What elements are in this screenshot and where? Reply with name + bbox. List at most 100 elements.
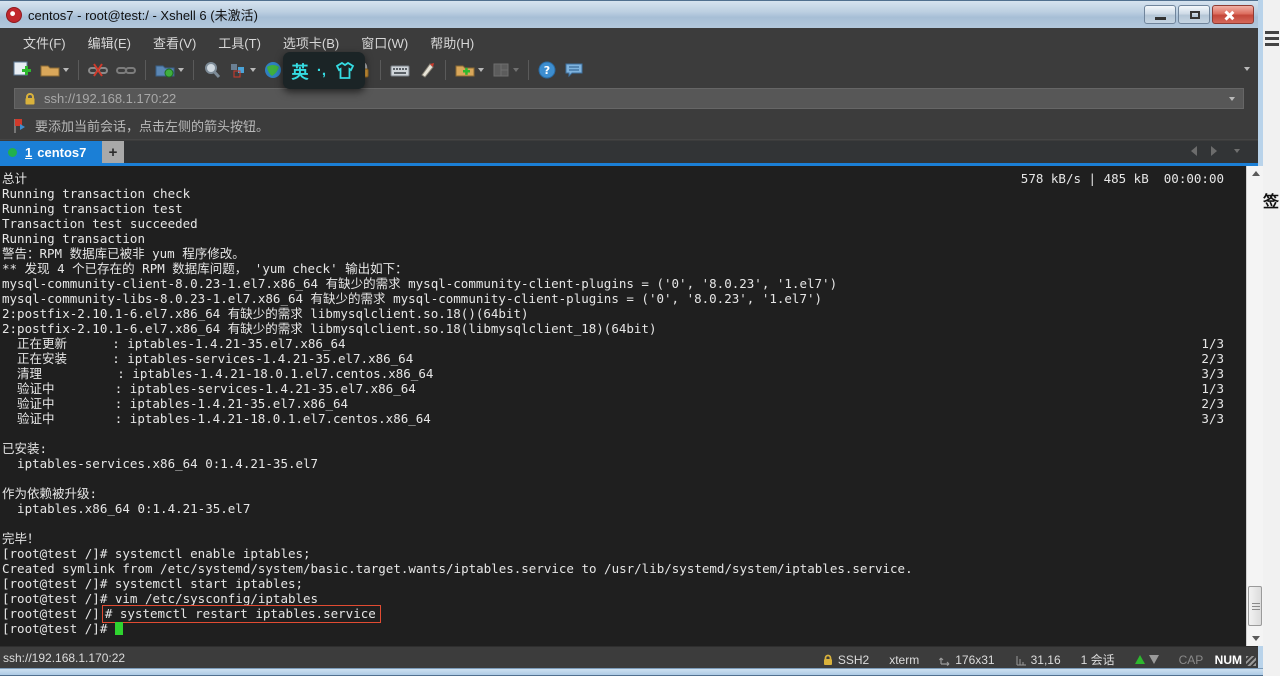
session-properties-button[interactable] xyxy=(152,57,187,83)
terminal-scrollbar[interactable] xyxy=(1246,166,1263,646)
terminal-line: 正在更新 : iptables-1.4.21-35.el7.x86_641/3 xyxy=(2,336,1246,351)
file-transfer-button[interactable] xyxy=(452,57,487,83)
new-session-icon xyxy=(12,61,32,79)
cursor-position-icon xyxy=(1015,654,1027,666)
status-lock-icon xyxy=(822,654,834,666)
address-dropdown-caret[interactable] xyxy=(1229,97,1235,101)
open-folder-icon xyxy=(40,62,60,78)
feedback-button[interactable] xyxy=(561,57,587,83)
terminal-line: 总计578 kB/s | 485 kB 00:00:00 xyxy=(2,171,1246,186)
tab-connected-dot xyxy=(8,148,17,157)
session-flag-icon xyxy=(12,118,28,134)
ime-punctuation-indicator: ·, xyxy=(317,62,326,79)
scroll-up-icon[interactable] xyxy=(1247,166,1264,181)
terminal-line-right-text: 1/3 xyxy=(1201,336,1224,351)
disconnect-button[interactable] xyxy=(85,57,111,83)
highlighter-icon xyxy=(418,61,436,79)
compose-icon xyxy=(229,62,247,78)
terminal-line-right-text: 1/3 xyxy=(1201,381,1224,396)
tab-scroll-right-icon[interactable] xyxy=(1211,146,1217,156)
keyboard-icon xyxy=(390,62,410,78)
status-session-count: 1 会话 xyxy=(1081,651,1115,668)
menu-item-edit[interactable]: 编辑(E) xyxy=(77,30,142,55)
ime-status-overlay[interactable]: 英 ·, xyxy=(283,52,365,89)
terminal-line: 2:postfix-2.10.1-6.el7.x86_64 有缺少的需求 lib… xyxy=(2,306,1246,321)
terminal-line-right-text: 2/3 xyxy=(1201,351,1224,366)
terminal-line: 验证中 : iptables-1.4.21-18.0.1.el7.centos.… xyxy=(2,411,1246,426)
xshell-window: centos7 - root@test:/ - Xshell 6 (未激活) 文… xyxy=(0,0,1263,676)
terminal-screen[interactable]: 总计578 kB/s | 485 kB 00:00:00Running tran… xyxy=(0,166,1246,646)
screen-size-icon xyxy=(939,654,951,666)
maximize-button[interactable] xyxy=(1178,5,1210,24)
chat-bubble-icon xyxy=(564,61,584,79)
tab-number: 1 xyxy=(25,145,32,160)
new-session-button[interactable] xyxy=(9,57,35,83)
layout-button[interactable] xyxy=(489,57,522,83)
scrollbar-thumb[interactable] xyxy=(1248,586,1262,626)
toolbar-overflow-caret[interactable] xyxy=(1244,67,1250,71)
close-button[interactable] xyxy=(1212,5,1254,24)
terminal-line: [root@test /]# systemctl enable iptables… xyxy=(2,546,1246,561)
terminal-line: 作为依赖被升级: xyxy=(2,486,1246,501)
menu-item-window[interactable]: 窗口(W) xyxy=(350,30,419,55)
resize-grip[interactable] xyxy=(1246,656,1256,666)
terminal-line: iptables.x86_64 0:1.4.21-35.el7 xyxy=(2,501,1246,516)
xshell-logo-icon xyxy=(6,7,22,23)
help-icon: ? xyxy=(538,61,556,79)
menu-item-tools[interactable]: 工具(T) xyxy=(207,30,272,55)
terminal-line: Running transaction check xyxy=(2,186,1246,201)
help-button[interactable]: ? xyxy=(535,57,559,83)
find-button[interactable] xyxy=(200,57,224,83)
terminal-line: Running transaction xyxy=(2,231,1246,246)
layout-icon xyxy=(492,62,510,78)
status-bar: ssh://192.168.1.170:22 SSH2 xterm 176x31… xyxy=(0,646,1258,668)
open-session-button[interactable] xyxy=(37,57,72,83)
address-field[interactable]: ssh://192.168.1.170:22 xyxy=(14,88,1244,109)
menu-item-tabs[interactable]: 选项卡(B) xyxy=(272,30,350,55)
info-bar: 要添加当前会话，点击左侧的箭头按钮。 xyxy=(0,112,1258,140)
status-cursor-position: 31,16 xyxy=(1015,653,1061,667)
menu-item-help[interactable]: 帮助(H) xyxy=(419,30,485,55)
minimize-button[interactable] xyxy=(1144,5,1176,24)
new-tab-button[interactable]: + xyxy=(102,141,124,163)
terminal-line: ** 发现 4 个已存在的 RPM 数据库问题， 'yum check' 输出如… xyxy=(2,261,1246,276)
terminal-line: 已安装: xyxy=(2,441,1246,456)
terminal-line: 完毕！ xyxy=(2,531,1246,546)
status-screen-size: 176x31 xyxy=(939,653,994,667)
address-url: ssh://192.168.1.170:22 xyxy=(44,91,1226,106)
background-strip-label: 签 xyxy=(1263,188,1279,212)
terminal-line: 验证中 : iptables-1.4.21-35.el7.x86_642/3 xyxy=(2,396,1246,411)
status-connection-url: ssh://192.168.1.170:22 xyxy=(3,651,125,665)
highlight-button[interactable] xyxy=(415,57,439,83)
virtual-keyboard-button[interactable] xyxy=(387,57,413,83)
window-title: centos7 - root@test:/ - Xshell 6 (未激活) xyxy=(28,5,258,24)
status-encryption: SSH2 xyxy=(822,653,869,667)
scroll-down-icon[interactable] xyxy=(1247,631,1264,646)
terminal-line-right-text: 2/3 xyxy=(1201,396,1224,411)
status-transfer-arrows xyxy=(1135,655,1159,664)
menu-item-view[interactable]: 查看(V) xyxy=(142,30,207,55)
menu-item-file[interactable]: 文件(F) xyxy=(12,30,77,55)
tab-list-caret[interactable] xyxy=(1234,149,1240,153)
ime-skin-shirt-icon xyxy=(335,61,357,81)
ime-mode-indicator: 英 xyxy=(291,58,308,83)
upload-arrow-icon xyxy=(1135,655,1145,664)
info-bar-text: 要添加当前会话，点击左侧的箭头按钮。 xyxy=(35,116,269,135)
svg-text:?: ? xyxy=(544,64,550,77)
terminal-line: mysql-community-libs-8.0.23-1.el7.x86_64… xyxy=(2,291,1246,306)
terminal-line xyxy=(2,426,1246,441)
globe-icon xyxy=(264,61,282,79)
terminal-line xyxy=(2,471,1246,486)
menu-bar: 文件(F)编辑(E)查看(V)工具(T)选项卡(B)窗口(W)帮助(H) xyxy=(0,29,1258,55)
terminal-line: mysql-community-client-8.0.23-1.el7.x86_… xyxy=(2,276,1246,291)
terminal-line: [root@test /]# systemctl restart iptable… xyxy=(2,606,1246,621)
reconnect-button[interactable] xyxy=(113,57,139,83)
terminal-line: [root@test /]# xyxy=(2,621,1246,636)
terminal-line: Transaction test succeeded xyxy=(2,216,1246,231)
tab-scroll-left-icon[interactable] xyxy=(1191,146,1197,156)
terminal-line: 清理 : iptables-1.4.21-18.0.1.el7.centos.x… xyxy=(2,366,1246,381)
caps-lock-indicator: CAP xyxy=(1179,653,1204,667)
terminal-line: 警告：RPM 数据库已被非 yum 程序修改。 xyxy=(2,246,1246,261)
reconnect-icon xyxy=(116,62,136,78)
compose-button[interactable] xyxy=(226,57,259,83)
